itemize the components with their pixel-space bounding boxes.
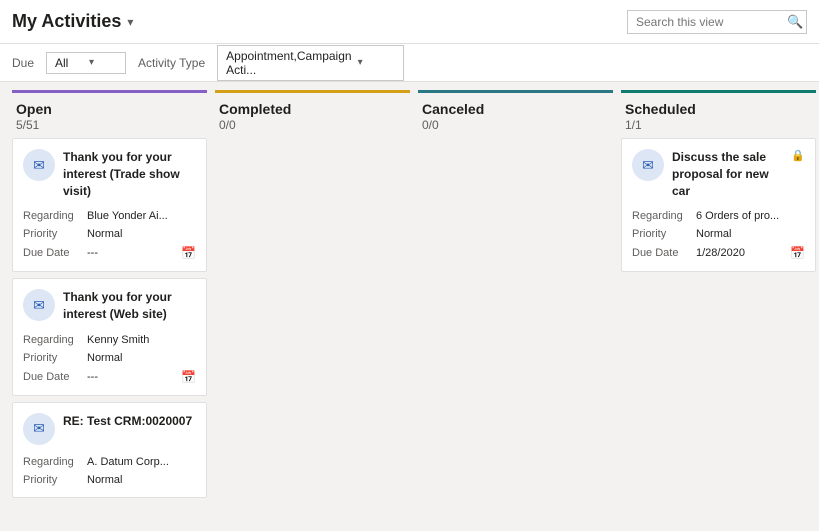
- card-header: ✉ Thank you for your interest (Web site): [23, 289, 196, 323]
- card-fields: Regarding Kenny Smith Priority Normal Due Da…: [23, 331, 196, 387]
- column-title-scheduled: Scheduled: [625, 101, 812, 117]
- field-value: Blue Yonder Ai...: [87, 210, 196, 222]
- card-fields: Regarding Blue Yonder Ai... Priority Normal…: [23, 207, 196, 263]
- header-left: My Activities ▾: [12, 11, 133, 32]
- card-icon-wrap: ✉: [23, 149, 55, 181]
- field-value: 6 Orders of pro...: [696, 210, 805, 222]
- card[interactable]: ✉ Discuss the sale proposal for new car 🔒 R…: [621, 138, 816, 272]
- card-fields: Regarding 6 Orders of pro... Priority Norma…: [632, 207, 805, 263]
- column-canceled: Canceled 0/0: [418, 90, 613, 523]
- field-value: Kenny Smith: [87, 334, 196, 346]
- card-field: Regarding 6 Orders of pro...: [632, 207, 805, 225]
- column-completed: Completed 0/0: [215, 90, 410, 523]
- card-field: Regarding Blue Yonder Ai...: [23, 207, 196, 225]
- card[interactable]: ✉ Thank you for your interest (Web site) R…: [12, 278, 207, 396]
- field-label: Due Date: [23, 247, 83, 259]
- card-header: ✉ Thank you for your interest (Trade show…: [23, 149, 196, 199]
- field-value: ---: [87, 247, 175, 259]
- cards-container-canceled: [418, 138, 613, 523]
- card-field: Regarding Kenny Smith: [23, 331, 196, 349]
- field-label: Regarding: [23, 456, 83, 468]
- column-scheduled: Scheduled 1/1 ✉ Discuss the sale proposal…: [621, 90, 816, 523]
- email-icon: ✉: [33, 157, 45, 174]
- activity-type-chevron-icon: ▾: [358, 57, 396, 68]
- column-header-open: Open 5/51: [12, 90, 207, 138]
- cards-container-scheduled: ✉ Discuss the sale proposal for new car 🔒 R…: [621, 138, 816, 523]
- card-icon-wrap: ✉: [23, 413, 55, 445]
- card-field: Priority Normal: [23, 349, 196, 367]
- column-open: Open 5/51 ✉ Thank you for your interest (…: [12, 90, 207, 523]
- email-icon: ✉: [33, 420, 45, 437]
- activity-type-select[interactable]: Appointment,Campaign Acti... ▾: [217, 45, 404, 81]
- kanban-board: Open 5/51 ✉ Thank you for your interest (…: [0, 82, 819, 531]
- activity-type-label: Activity Type: [138, 56, 205, 70]
- cards-container-open: ✉ Thank you for your interest (Trade show…: [12, 138, 207, 523]
- field-value: A. Datum Corp...: [87, 456, 196, 468]
- field-value: ---: [87, 371, 175, 383]
- due-label: Due: [12, 56, 34, 70]
- calendar-icon[interactable]: 📅: [790, 246, 805, 260]
- card-field: Priority Normal: [23, 471, 196, 489]
- card-field: Due Date 1/28/2020 📅: [632, 243, 805, 263]
- field-value: Normal: [87, 228, 196, 240]
- card-field: Regarding A. Datum Corp...: [23, 453, 196, 471]
- field-label: Due Date: [23, 371, 83, 383]
- field-value: 1/28/2020: [696, 247, 784, 259]
- field-value: Normal: [87, 352, 196, 364]
- calendar-icon[interactable]: 📅: [181, 246, 196, 260]
- card-fields: Regarding A. Datum Corp... Priority Normal: [23, 453, 196, 489]
- card-title: RE: Test CRM:0020007: [63, 413, 192, 430]
- email-icon: ✉: [642, 157, 654, 174]
- field-label: Due Date: [632, 247, 692, 259]
- cards-container-completed: [215, 138, 410, 523]
- card-icon-wrap: ✉: [23, 289, 55, 321]
- column-count-scheduled: 1/1: [625, 118, 812, 132]
- app-header: My Activities ▾ 🔍: [0, 0, 819, 44]
- column-count-completed: 0/0: [219, 118, 406, 132]
- field-label: Regarding: [23, 334, 83, 346]
- field-label: Regarding: [23, 210, 83, 222]
- card-title: Thank you for your interest (Trade show …: [63, 149, 196, 199]
- card-field: Due Date --- 📅: [23, 367, 196, 387]
- field-label: Priority: [23, 352, 83, 364]
- due-select-value: All: [55, 56, 83, 70]
- column-title-completed: Completed: [219, 101, 406, 117]
- card-field: Priority Normal: [23, 225, 196, 243]
- card[interactable]: ✉ RE: Test CRM:0020007 Regarding A. Datum C…: [12, 402, 207, 498]
- column-header-completed: Completed 0/0: [215, 90, 410, 138]
- column-title-canceled: Canceled: [422, 101, 609, 117]
- activity-type-select-value: Appointment,Campaign Acti...: [226, 49, 351, 77]
- due-select-chevron-icon: ▾: [89, 57, 117, 68]
- card-field: Due Date --- 📅: [23, 243, 196, 263]
- toolbar: Due All ▾ Activity Type Appointment,Camp…: [0, 44, 819, 82]
- calendar-icon[interactable]: 📅: [181, 370, 196, 384]
- column-title-open: Open: [16, 101, 203, 117]
- column-header-canceled: Canceled 0/0: [418, 90, 613, 138]
- field-label: Priority: [632, 228, 692, 240]
- field-label: Regarding: [632, 210, 692, 222]
- search-box[interactable]: 🔍: [627, 10, 807, 34]
- page-title: My Activities: [12, 11, 121, 32]
- card[interactable]: ✉ Thank you for your interest (Trade show…: [12, 138, 207, 272]
- card-header: ✉ Discuss the sale proposal for new car 🔒: [632, 149, 805, 199]
- field-label: Priority: [23, 474, 83, 486]
- title-chevron-icon[interactable]: ▾: [127, 15, 133, 29]
- column-count-open: 5/51: [16, 118, 203, 132]
- email-icon: ✉: [33, 297, 45, 314]
- search-input[interactable]: [636, 15, 781, 29]
- search-icon: 🔍: [787, 14, 803, 30]
- field-label: Priority: [23, 228, 83, 240]
- card-title: Discuss the sale proposal for new car: [672, 149, 783, 199]
- card-title: Thank you for your interest (Web site): [63, 289, 196, 323]
- card-field: Priority Normal: [632, 225, 805, 243]
- lock-icon: 🔒: [791, 149, 805, 162]
- column-count-canceled: 0/0: [422, 118, 609, 132]
- field-value: Normal: [87, 474, 196, 486]
- due-select[interactable]: All ▾: [46, 52, 126, 74]
- card-icon-wrap: ✉: [632, 149, 664, 181]
- card-header: ✉ RE: Test CRM:0020007: [23, 413, 196, 445]
- column-header-scheduled: Scheduled 1/1: [621, 90, 816, 138]
- field-value: Normal: [696, 228, 805, 240]
